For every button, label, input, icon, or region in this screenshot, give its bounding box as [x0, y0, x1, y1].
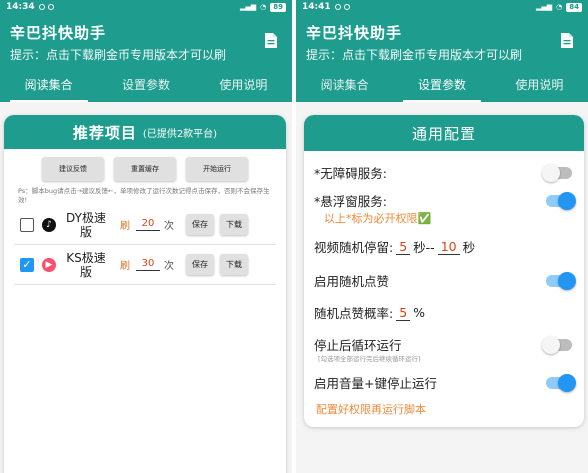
app-title: 辛巴抖快助手 [306, 24, 403, 42]
card-title: 通用配置 [411, 124, 476, 143]
run-count-input[interactable]: 20 [136, 218, 160, 231]
notification-icons [334, 4, 350, 10]
notification-icon [343, 4, 350, 10]
battery-icon: 84 [566, 2, 582, 12]
toggle-knob [542, 335, 560, 354]
tab-instructions[interactable]: 使用说明 [195, 66, 292, 102]
tab-settings[interactable]: 设置参数 [393, 66, 490, 102]
volume-stop-setting: 启用音量+键停止运行 [314, 373, 576, 392]
app-subtitle: 提示：点击下载刷金币专用版本才可以刷 [10, 48, 227, 62]
platform-row-dy: ♪ DY极速版 刷 20 次 保存 下载 [14, 205, 276, 245]
card-header: 推荐项目 (已提供2款平台) [4, 115, 286, 149]
platform-name: KS极速版 [66, 250, 106, 279]
card-header: 通用配置 [304, 115, 584, 151]
notification-icons [38, 4, 54, 10]
left-screen: 14:34 ▂▄▆ ◔ 89 辛巴抖快助手 提示：点击下载刷金币专用版本才可以刷… [0, 0, 292, 473]
config-footer-note: 配置好权限再运行脚本 [316, 403, 426, 416]
random-like-toggle[interactable] [546, 271, 576, 290]
count-unit: 次 [164, 221, 174, 232]
wifi-icon: ◔ [556, 3, 563, 11]
document-icon[interactable] [264, 32, 278, 49]
recommended-card: 推荐项目 (已提供2款平台) 建议反馈 重置缓存 开始运行 Ps：脚本bug请点… [4, 115, 286, 473]
wifi-icon: ◔ [260, 3, 267, 11]
accessibility-setting: *无障碍服务: [314, 163, 572, 182]
feedback-button[interactable]: 建议反馈 [42, 157, 104, 181]
accessibility-toggle[interactable] [542, 163, 572, 182]
random-like-label: 启用随机点赞 [314, 274, 390, 289]
tab-read-collection[interactable]: 阅读集合 [0, 66, 97, 102]
tab-read-collection[interactable]: 阅读集合 [296, 66, 393, 102]
app-bar: 辛巴抖快助手 提示：点击下载刷金币专用版本才可以刷 [0, 14, 292, 66]
card-subtitle: (已提供2款平台) [142, 128, 218, 140]
hint-text: Ps：脚本bug请点击→建议反馈←，单项修改了运行次数记得点击保存，否则不会保存… [18, 187, 270, 204]
loop-run-toggle[interactable] [542, 335, 572, 354]
action-buttons: 建议反馈 重置缓存 开始运行 [4, 157, 286, 181]
tab-bar: 阅读集合 设置参数 使用说明 [0, 66, 292, 102]
reset-cache-button[interactable]: 重置缓存 [114, 157, 176, 181]
tab-bar: 阅读集合 设置参数 使用说明 [296, 66, 588, 102]
status-time: 14:34 [6, 2, 35, 12]
like-probability-label: 随机点赞概率: [314, 306, 394, 321]
app-subtitle: 提示：点击下载刷金币专用版本才可以刷 [306, 48, 523, 62]
video-pause-setting: 视频随机停留: 5 秒-- 10 秒 [314, 237, 572, 256]
app-title: 辛巴抖快助手 [10, 24, 107, 42]
video-pause-separator: 秒-- [413, 240, 435, 255]
video-pause-max-input[interactable]: 10 [437, 239, 460, 255]
system-icons: ▂▄▆ ◔ 84 [535, 2, 582, 12]
like-probability-setting: 随机点赞概率: 5 % [314, 303, 572, 322]
save-button[interactable]: 保存 [186, 254, 214, 275]
start-button[interactable]: 开始运行 [186, 157, 248, 181]
document-icon[interactable] [560, 32, 574, 49]
video-pause-label: 视频随机停留: [314, 240, 394, 255]
permission-note: 以上*标为必开权限✅ [324, 212, 432, 225]
tab-settings[interactable]: 设置参数 [97, 66, 194, 102]
status-bar: 14:34 ▂▄▆ ◔ 89 [0, 0, 292, 14]
dy-checkbox[interactable] [20, 217, 34, 232]
toggle-knob [558, 373, 576, 392]
toggle-knob [558, 271, 576, 290]
toggle-knob [542, 163, 560, 182]
app-bar: 辛巴抖快助手 提示：点击下载刷金币专用版本才可以刷 [296, 14, 588, 66]
like-probability-input[interactable]: 5 [396, 305, 411, 321]
ks-checkbox[interactable]: ✓ [20, 257, 34, 272]
brush-label: 刷 [120, 221, 130, 232]
tab-instructions[interactable]: 使用说明 [491, 66, 588, 102]
loop-run-label: 停止后循环运行 [314, 338, 402, 353]
count-unit: 次 [164, 261, 174, 272]
signal-icon: ▂▄▆ [535, 3, 553, 11]
kuaishou-icon: ▶ [42, 257, 56, 272]
platform-row-ks: ✓ ▶ KS极速版 刷 30 次 保存 下载 [14, 245, 276, 285]
toggle-knob [558, 191, 576, 210]
volume-stop-label: 启用音量+键停止运行 [314, 376, 437, 391]
like-probability-unit: % [413, 305, 426, 320]
general-config-card: 通用配置 *无障碍服务: *悬浮窗服务: 以上*标为必开权限✅ 视频随机停留: … [304, 115, 584, 427]
douyin-icon: ♪ [42, 217, 56, 232]
video-pause-min-input[interactable]: 5 [396, 239, 411, 255]
floating-window-setting: *悬浮窗服务: [314, 191, 576, 210]
signal-icon: ▂▄▆ [239, 3, 257, 11]
video-pause-unit: 秒 [462, 240, 476, 255]
floating-window-toggle[interactable] [546, 191, 576, 210]
battery-icon: 89 [270, 2, 286, 12]
run-count-input[interactable]: 30 [136, 258, 160, 271]
platform-name: DY极速版 [66, 210, 106, 239]
save-button[interactable]: 保存 [186, 214, 214, 235]
loop-run-setting: 停止后循环运行 [314, 335, 572, 354]
system-icons: ▂▄▆ ◔ 89 [239, 2, 286, 12]
card-title: 推荐项目 [72, 123, 137, 142]
volume-stop-toggle[interactable] [546, 373, 576, 392]
brush-label: 刷 [120, 261, 130, 272]
loop-run-note: [勾选项全部运行完后继续循环运行] [318, 355, 421, 363]
notification-icon [47, 4, 54, 10]
random-like-setting: 启用随机点赞 [314, 271, 576, 290]
download-button[interactable]: 下载 [220, 214, 248, 235]
download-button[interactable]: 下载 [220, 254, 248, 275]
status-bar: 14:41 ▂▄▆ ◔ 84 [296, 0, 588, 14]
notification-icon [38, 4, 45, 10]
status-time: 14:41 [302, 2, 331, 12]
accessibility-label: *无障碍服务: [314, 166, 387, 181]
right-screen: 14:41 ▂▄▆ ◔ 84 辛巴抖快助手 提示：点击下载刷金币专用版本才可以刷… [296, 0, 588, 473]
floating-window-label: *悬浮窗服务: [314, 194, 387, 209]
notification-icon [334, 4, 341, 10]
